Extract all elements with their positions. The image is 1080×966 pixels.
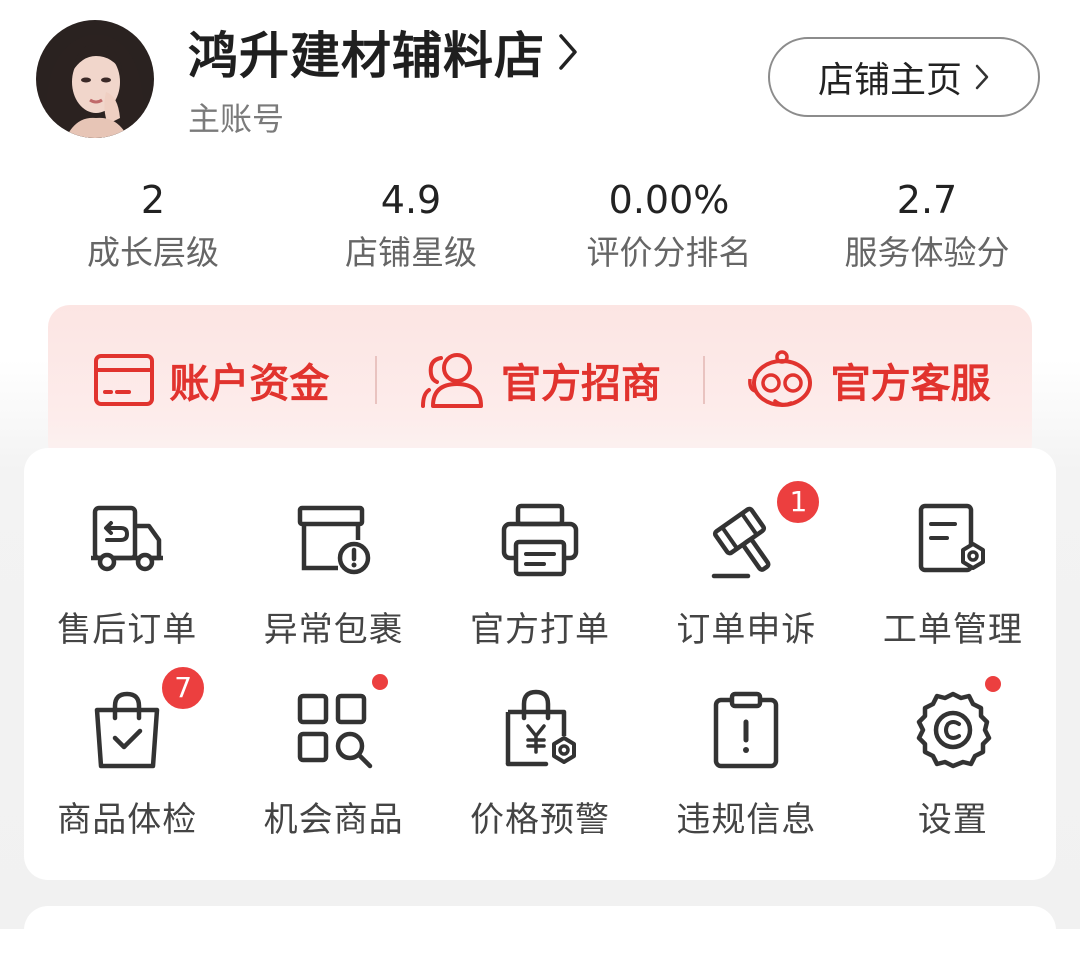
shortcut-panel: 账户资金 官方招商 官方客服 [48, 305, 1032, 465]
bag-check-icon [94, 691, 160, 769]
stat-label: 店铺星级 [345, 233, 477, 272]
tool-label: 异常包裹 [263, 610, 404, 650]
tool-label: 设置 [917, 800, 988, 840]
notification-dot [371, 674, 388, 690]
tool-label: 商品体检 [57, 800, 198, 840]
shortcut-label: 账户资金 [169, 361, 330, 407]
ticket-gear-icon [918, 503, 985, 573]
notification-dot [984, 676, 1001, 692]
stat-value: 4.9 [380, 178, 442, 222]
grid-search-icon [297, 693, 372, 769]
package-alert-icon [297, 505, 370, 575]
tool-ticket-management[interactable]: 工单管理 [850, 488, 1056, 678]
tool-violation-info[interactable]: 违规信息 [643, 678, 849, 868]
tool-label: 官方打单 [470, 610, 611, 650]
stat-label: 成长层级 [87, 233, 219, 272]
next-section-card [24, 906, 1056, 966]
account-type: 主账号 [188, 100, 285, 138]
shop-name: 鸿升建材辅料店 [188, 27, 545, 85]
return-truck-icon [91, 505, 164, 572]
shop-name-link[interactable]: 鸿升建材辅料店 [188, 16, 579, 88]
notification-badge: 7 [159, 664, 208, 712]
tool-product-check[interactable]: 7 商品体检 [24, 664, 230, 868]
tool-price-alert[interactable]: 价格预警 [437, 678, 643, 868]
tool-label: 价格预警 [470, 800, 611, 840]
shortcut-label: 官方客服 [830, 361, 991, 407]
shop-header: 鸿升建材辅料店 主账号 店铺主页 [0, 0, 1080, 160]
stat-value: 2 [140, 178, 166, 222]
stat-value: 2.7 [896, 178, 958, 222]
stat-service-score[interactable]: 2.7 服务体验分 [798, 170, 1056, 280]
tool-label: 工单管理 [882, 610, 1023, 650]
shop-stats: 2 成长层级 4.9 店铺星级 0.00% 评价分排名 2.7 服务体验分 [24, 170, 1056, 280]
tools-row: 7 商品体检 机会商品 价格预警 违规信息 设置 [24, 664, 1056, 868]
shop-home-label: 店铺主页 [817, 60, 962, 101]
tool-settings[interactable]: 设置 [850, 676, 1056, 868]
shortcut-customer-service[interactable]: 官方客服 [705, 345, 1032, 415]
tools-row: 售后订单 异常包裹 官方打单 1 订单申诉 工单管理 [24, 478, 1056, 678]
stat-value: 0.00% [608, 178, 730, 222]
tool-opportunity-products[interactable]: 机会商品 [230, 674, 436, 868]
stat-label: 服务体验分 [844, 233, 1010, 272]
price-bag-icon [505, 689, 577, 767]
tool-after-sales-orders[interactable]: 售后订单 [24, 488, 230, 678]
people-icon [421, 353, 483, 408]
tool-label: 售后订单 [57, 610, 198, 650]
tool-order-appeal[interactable]: 1 订单申诉 [643, 478, 849, 678]
stat-shop-rating[interactable]: 4.9 店铺星级 [282, 170, 540, 280]
stat-label: 评价分排名 [586, 233, 752, 272]
shortcut-official-recruit[interactable]: 官方招商 [377, 345, 704, 415]
shortcut-account-funds[interactable]: 账户资金 [48, 345, 375, 415]
settings-gear-icon [916, 691, 992, 769]
stat-review-ranking[interactable]: 0.00% 评价分排名 [540, 170, 798, 280]
tool-label: 订单申诉 [676, 610, 817, 650]
tools-card: 售后订单 异常包裹 官方打单 1 订单申诉 工单管理 7 商品体检 机会商品 价… [24, 448, 1056, 880]
printer-icon [501, 503, 579, 577]
tool-label: 违规信息 [676, 800, 817, 840]
wallet-card-icon [94, 354, 155, 406]
clipboard-alert-icon [714, 691, 779, 769]
shop-home-button[interactable]: 店铺主页 [768, 37, 1040, 117]
chevron-right-icon [559, 34, 577, 70]
customer-service-icon [747, 350, 812, 407]
shortcut-label: 官方招商 [501, 361, 661, 407]
tool-official-print[interactable]: 官方打单 [437, 488, 643, 678]
avatar[interactable] [36, 20, 154, 138]
tool-abnormal-packages[interactable]: 异常包裹 [230, 488, 436, 678]
tool-label: 机会商品 [263, 800, 404, 840]
notification-badge: 1 [774, 478, 823, 526]
stat-growth-level[interactable]: 2 成长层级 [24, 170, 282, 280]
chevron-right-icon [975, 64, 989, 90]
